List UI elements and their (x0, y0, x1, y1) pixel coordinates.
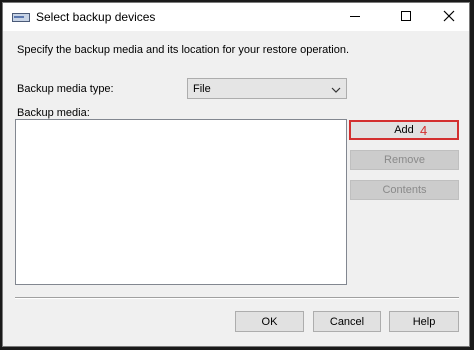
contents-button-label: Contents (382, 184, 427, 196)
backup-media-type-select[interactable]: File (187, 78, 347, 99)
select-backup-devices-dialog: Select backup devices Specify the backup… (2, 2, 470, 347)
step-annotation: 4 (420, 123, 428, 138)
backup-device-icon (12, 13, 30, 22)
minimize-button[interactable] (333, 3, 377, 31)
close-button[interactable] (427, 3, 471, 31)
chevron-down-icon (331, 85, 341, 93)
remove-button[interactable]: Remove (350, 150, 459, 170)
maximize-icon (400, 10, 412, 25)
instruction-text: Specify the backup media and its locatio… (17, 44, 350, 56)
cancel-button-label: Cancel (329, 315, 365, 328)
title-bar[interactable]: Select backup devices (3, 3, 469, 31)
backup-media-type-value: File (193, 83, 211, 95)
backup-media-label: Backup media: (17, 107, 90, 119)
footer-divider (15, 297, 459, 299)
backup-media-type-label: Backup media type: (17, 83, 114, 95)
help-button[interactable]: Help (389, 311, 459, 332)
add-button[interactable]: Add (349, 120, 459, 140)
backup-media-list[interactable] (15, 119, 347, 285)
ok-button-label: OK (261, 315, 278, 328)
minimize-icon (349, 10, 361, 25)
close-icon (443, 10, 455, 25)
ok-button[interactable]: OK (235, 311, 304, 332)
cancel-button[interactable]: Cancel (313, 311, 381, 332)
add-button-label: Add (394, 124, 414, 136)
window-title: Select backup devices (36, 10, 156, 24)
maximize-button[interactable] (384, 3, 428, 31)
contents-button[interactable]: Contents (350, 180, 459, 200)
remove-button-label: Remove (384, 154, 425, 166)
help-button-label: Help (412, 315, 436, 328)
